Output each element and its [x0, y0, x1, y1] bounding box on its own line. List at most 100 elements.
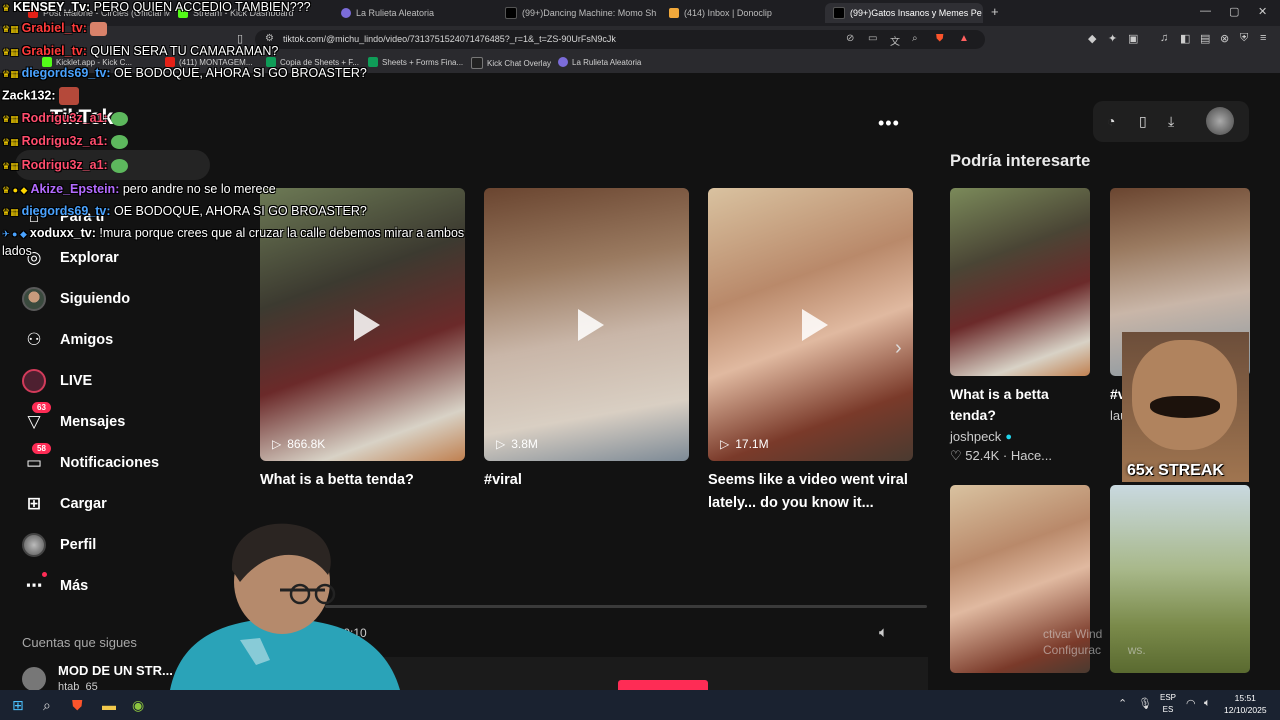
chat-badges-icon: ♛▦ [2, 207, 19, 217]
video-title[interactable]: What is a betta tenda? [260, 469, 470, 492]
chat-badges-icon: ♛▦ [2, 114, 19, 124]
nav-cargar[interactable]: ⊞ Cargar [22, 492, 107, 516]
clock-date: 12/10/2025 [1224, 705, 1267, 715]
suggestions-title: Podría interesarte [950, 152, 1091, 170]
messages-icon: ▽ 63 [22, 402, 51, 434]
no-tracking-icon[interactable]: ⊘ [846, 33, 854, 44]
bookmark-sheets-forms[interactable]: Sheets + Forms Fina... [368, 57, 463, 67]
nav-live[interactable]: LIVE [22, 369, 92, 393]
maximize-icon[interactable]: ▢ [1229, 5, 1239, 18]
views-value: 17.1M [735, 437, 769, 451]
video-card-2[interactable]: ▷ 3.8M [484, 188, 689, 461]
site-info-icon[interactable]: ⚙ [265, 33, 274, 44]
nav-amigos[interactable]: ⚇ Amigos [22, 328, 113, 352]
system-clock[interactable]: 15:51 12/10/2025 [1224, 692, 1267, 716]
video-card-3[interactable]: ▷ 17.1M [708, 188, 913, 461]
menu-icon[interactable]: ≡ [1260, 32, 1266, 44]
tab-gatos-insanos[interactable]: (99+)Gatos Insanos y Memes Pe ✕ [825, 3, 983, 23]
screenshot-icon[interactable]: ▣ [1128, 32, 1138, 45]
chat-message: ♛ ● ◆ Akize_Epstein: pero andre no se lo … [2, 182, 276, 198]
suggested-author[interactable]: joshpeck ● [950, 429, 1012, 444]
wifi-icon[interactable]: ◠ [1186, 697, 1196, 710]
streamer-webcam [170, 523, 400, 690]
account-name[interactable]: MOD DE UN STR... [58, 663, 173, 678]
more-options-icon[interactable]: ••• [878, 113, 900, 134]
account-avatar[interactable] [22, 667, 46, 691]
nav-label: Notificaciones [60, 455, 160, 471]
file-explorer-icon[interactable]: ▬ [102, 697, 116, 713]
tab-label: (99+)Dancing Machine: Momo Shine [522, 8, 657, 18]
cast-icon[interactable]: ▭ [868, 33, 877, 44]
video-progress-bar[interactable] [325, 605, 927, 608]
chat-message: ✈ ● ◆ xoduxx_tv: !mura porque crees que a… [2, 226, 464, 242]
nav-perfil[interactable]: Perfil [22, 533, 96, 557]
media-icon[interactable]: ♫ [1160, 32, 1168, 44]
wallet-icon[interactable]: ▤ [1200, 32, 1210, 45]
tab-donoclip[interactable]: (414) Inbox | Donoclip [661, 3, 821, 23]
suggested-meta: ♡ 52.4K · Hace... [950, 448, 1053, 463]
bookmark-ruleta[interactable]: La Rulieta Aleatoria [558, 57, 641, 67]
chat-message: ♛▦ Grabiel_tv: [2, 21, 107, 37]
chat-text: !mura porque crees que al cruzar la call… [99, 226, 465, 240]
author-name: joshpeck [950, 429, 1002, 444]
extensions-icon[interactable]: ✦ [1108, 32, 1117, 45]
new-tab-button[interactable]: + [991, 4, 999, 19]
volume-icon[interactable]: 🔈︎ [879, 624, 888, 641]
nav-mensajes[interactable]: ▽ 63 Mensajes [22, 402, 125, 434]
chat-badges-icon: ♛▦ [2, 161, 19, 171]
language-indicator[interactable]: ESP ES [1160, 692, 1176, 716]
translate-icon[interactable]: 文 [890, 33, 900, 48]
chat-emote [58, 87, 79, 105]
shield-icon[interactable]: ⛨ [1240, 32, 1248, 45]
chevron-right-icon[interactable]: › [895, 337, 902, 360]
more-dot-badge [42, 572, 47, 577]
coins-icon[interactable]: ◔ [1107, 113, 1115, 129]
webcam-overlay [160, 520, 410, 690]
vpn-icon[interactable]: ⊗ [1220, 32, 1229, 45]
app-icon[interactable]: ◉ [132, 697, 144, 714]
nav-label: Siguiendo [60, 291, 131, 307]
upload-icon: ⊞ [26, 494, 42, 513]
chat-text: OE BODOQUE, AHORA SI GO BROASTER? [113, 66, 367, 80]
brave-shield-icon[interactable]: ⛊ [936, 33, 944, 44]
minimize-icon[interactable]: — [1200, 5, 1211, 17]
download-icon[interactable]: ⤓ [1168, 113, 1174, 130]
play-icon [577, 308, 604, 341]
nav-explorar[interactable]: ◎ Explorar [22, 246, 119, 270]
watermark-text: Configurac [1043, 643, 1102, 657]
nav-mas[interactable]: ⋯ Más [22, 572, 88, 598]
verified-icon: ● [1005, 430, 1012, 443]
suggested-video-1[interactable] [950, 188, 1090, 376]
bookmark-label: Sheets + Forms Fina... [382, 57, 464, 67]
following-avatar-icon [22, 287, 46, 311]
views-counter: ▷ 866.8K [272, 437, 325, 451]
watermark-line: Configurac ws. [1043, 642, 1146, 658]
zoom-icon[interactable]: ⌕ [912, 33, 918, 44]
suggested-title[interactable]: What is a betta tenda? [950, 384, 1090, 426]
chat-username: Grabiel_tv: [21, 21, 87, 35]
search-icon[interactable]: ⌕ [43, 697, 51, 714]
nav-siguiendo[interactable]: Siguiendo [22, 287, 130, 311]
microphone-icon[interactable]: 🎙︎ [1138, 697, 1152, 710]
user-avatar[interactable] [1206, 107, 1234, 135]
windows-start-icon[interactable]: ⊞ [12, 697, 24, 714]
tab-ruleta[interactable]: La Rulieta Aleatoria [333, 3, 493, 23]
brave-browser-icon[interactable]: ⛊ [72, 697, 83, 714]
extension-diamond-icon[interactable]: ◆ [1088, 32, 1096, 45]
bookmark-kick-chat[interactable]: Kick Chat Overlay [471, 57, 551, 69]
views-counter: ▷ 17.1M [720, 437, 769, 451]
nav-notificaciones[interactable]: ▭ 58 Notificaciones [22, 443, 160, 475]
tab-dancing-machine[interactable]: (99+)Dancing Machine: Momo Shine [497, 3, 657, 23]
chat-text: PERO QUIEN ACCEDIO TAMBIEN??? [93, 0, 311, 14]
close-window-icon[interactable]: ✕ [1258, 5, 1267, 18]
video-title[interactable]: Seems like a video went viral lately... … [708, 469, 918, 515]
speaker-icon[interactable]: 🔈︎ [1204, 697, 1211, 710]
brave-rewards-icon[interactable]: ▲ [959, 33, 969, 44]
lang-bottom: ES [1162, 705, 1174, 714]
sidebar-icon[interactable]: ◧ [1180, 32, 1190, 45]
phone-icon[interactable]: ▯ [1139, 113, 1147, 130]
chevron-up-icon[interactable]: ⌃ [1118, 697, 1127, 710]
video-title[interactable]: #viral [484, 469, 694, 492]
chat-emote [110, 134, 128, 149]
chat-message: ♛▦ Grabiel_tv: QUIEN SERA TU CAMARAMAN? [2, 44, 278, 60]
